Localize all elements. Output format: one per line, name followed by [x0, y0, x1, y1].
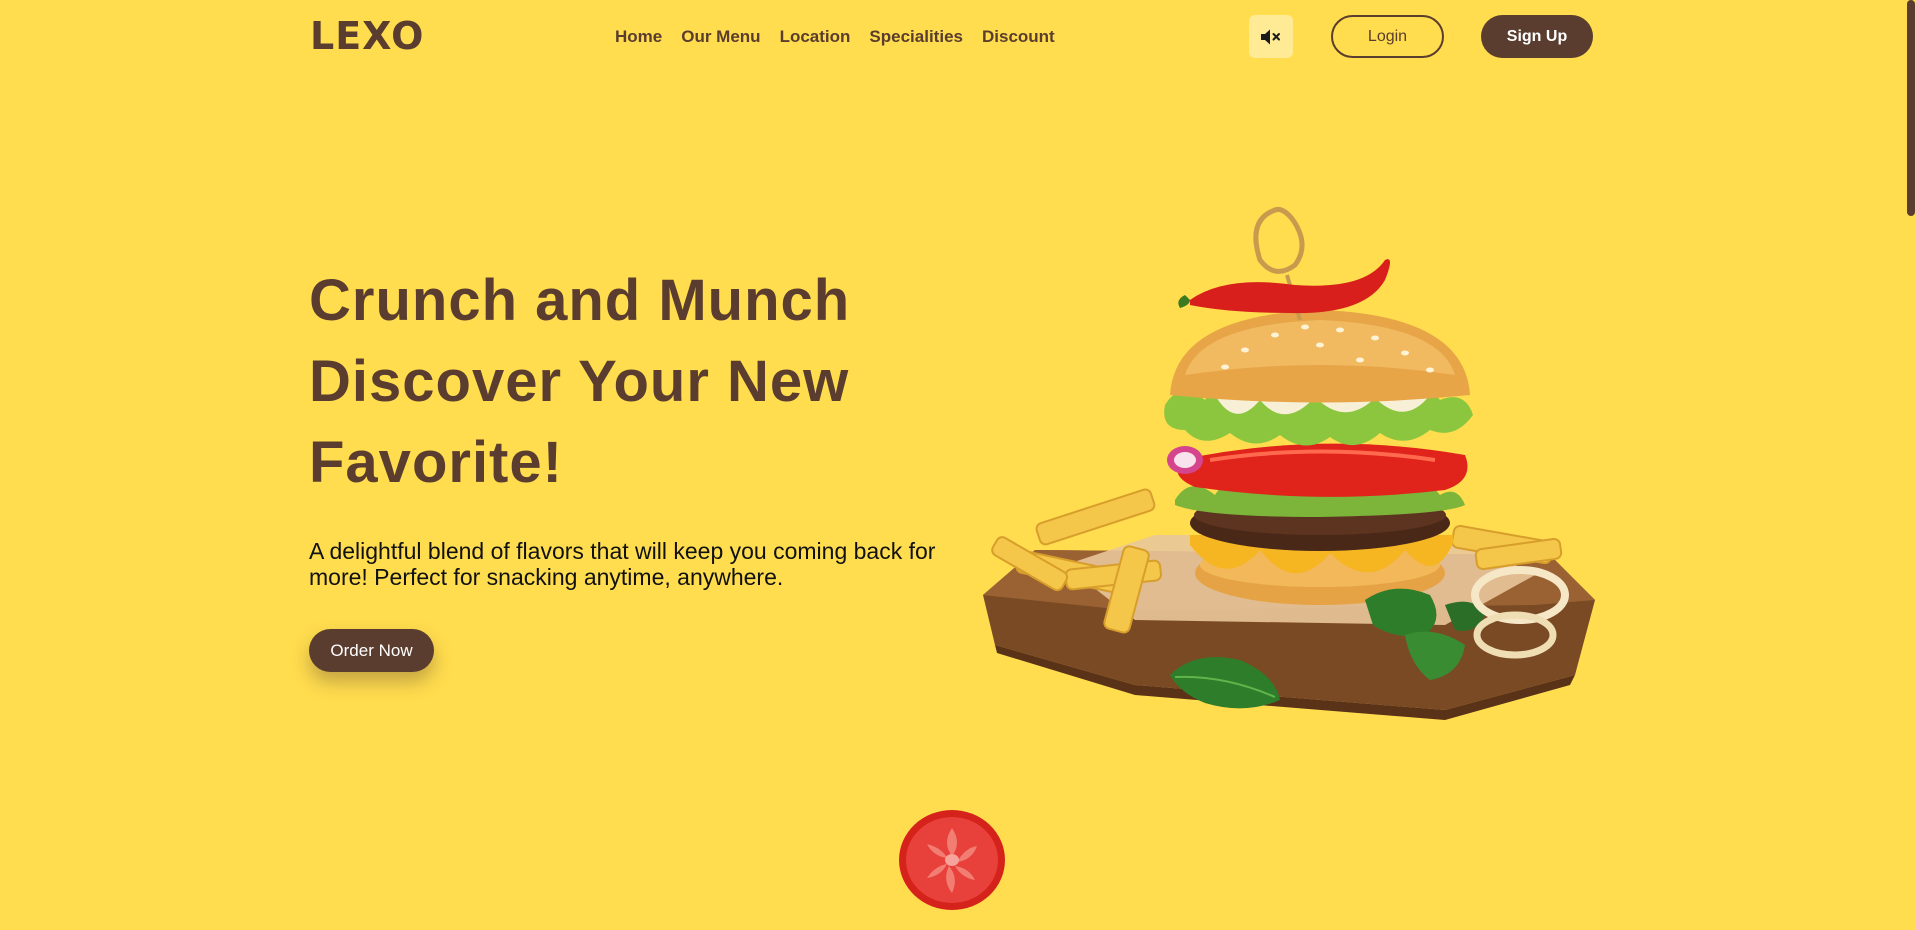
login-button[interactable]: Login	[1331, 15, 1444, 58]
brand-logo[interactable]: LEXO	[310, 14, 424, 58]
mute-button[interactable]	[1249, 15, 1293, 58]
hero-description: A delightful blend of flavors that will …	[309, 538, 936, 590]
hero-title-line-3: Favorite!	[309, 430, 563, 495]
burger-image	[975, 205, 1600, 725]
tomato-slice-image	[897, 808, 1007, 913]
hero-title-line-2: Discover Your New	[309, 349, 850, 414]
order-now-button[interactable]: Order Now	[309, 629, 434, 672]
scrollbar[interactable]	[1905, 0, 1916, 930]
nav-our-menu[interactable]: Our Menu	[681, 26, 760, 48]
hero-title: Crunch and Munch Discover Your New Favor…	[309, 260, 949, 503]
signup-button[interactable]: Sign Up	[1481, 15, 1593, 58]
landing-page: LEXO Home Our Menu Location Specialities…	[0, 0, 1916, 930]
scrollbar-thumb[interactable]	[1907, 0, 1915, 216]
nav-location[interactable]: Location	[780, 26, 851, 48]
hero-title-line-1: Crunch and Munch	[309, 268, 851, 333]
nav-specialities[interactable]: Specialities	[869, 26, 963, 48]
nav-discount[interactable]: Discount	[982, 26, 1055, 48]
main-nav: Home Our Menu Location Specialities Disc…	[615, 26, 1055, 48]
nav-home[interactable]: Home	[615, 26, 662, 48]
speaker-muted-icon	[1261, 29, 1280, 44]
